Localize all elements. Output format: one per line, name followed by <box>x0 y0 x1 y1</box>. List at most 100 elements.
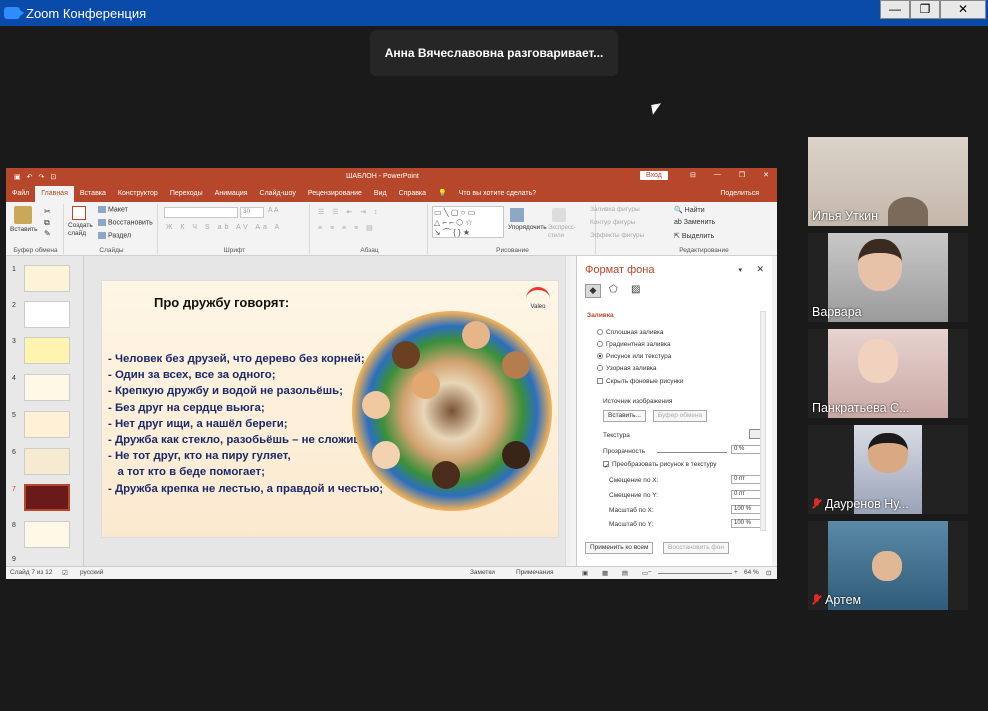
quick-styles-button[interactable]: Экспресс-стили <box>548 224 578 240</box>
undo-icon[interactable]: ↶ <box>27 173 33 181</box>
save-icon[interactable]: ▣ <box>14 173 21 181</box>
clipboard-button[interactable]: Буфер обмена <box>653 410 708 422</box>
zoom-level[interactable]: 64 % <box>744 569 759 576</box>
align-buttons[interactable]: ≡ ≡ ≡ ≡ ▤ <box>318 224 376 232</box>
current-slide[interactable]: Про дружбу говорят: Valeo - Человек без … <box>101 280 559 538</box>
ppt-restore-icon[interactable]: ❐ <box>739 171 745 179</box>
arrange-icon[interactable] <box>510 208 524 222</box>
find-button[interactable]: 🔍 Найти <box>674 206 705 214</box>
cut-icon[interactable]: ✂ <box>44 207 51 216</box>
reset-button[interactable]: Восстановить <box>98 219 153 226</box>
share-button[interactable]: Поделиться <box>714 186 765 202</box>
transparency-slider[interactable] <box>657 452 727 453</box>
fill-icon[interactable]: ◆ <box>585 284 601 298</box>
tab-file[interactable]: Файл <box>6 186 35 202</box>
shape-effects-button[interactable]: Эффекты фигуры <box>590 232 644 239</box>
new-slide-icon[interactable] <box>72 206 86 220</box>
pane-scrollbar[interactable] <box>760 311 766 531</box>
tab-slideshow[interactable]: Слайд-шоу <box>254 186 302 202</box>
tile-checkbox[interactable]: ✓ Преобразовать рисунок в текстуру <box>603 461 717 470</box>
font-format-buttons[interactable]: Ж К Ч S ab AV Aa A <box>166 224 282 231</box>
language[interactable]: русский <box>80 569 103 576</box>
paste-button[interactable]: Вставить <box>10 226 38 233</box>
tab-design[interactable]: Конструктор <box>112 186 164 202</box>
scale-y-input[interactable]: 100 % <box>731 519 761 528</box>
scale-x-input[interactable]: 100 % <box>731 505 761 514</box>
participant-tile[interactable]: Артем <box>808 521 968 610</box>
tell-me-input[interactable]: Что вы хотите сделать? <box>453 186 542 202</box>
notes-button[interactable]: Заметки <box>470 569 495 576</box>
insert-picture-button[interactable]: Вставить... <box>603 410 646 422</box>
zoom-in-icon[interactable]: + <box>734 569 738 576</box>
reset-bg-button[interactable]: Восстановить фон <box>663 542 729 554</box>
pane-menu-icon[interactable]: ▾ <box>738 266 742 274</box>
option-solid[interactable]: Сплошная заливка <box>597 329 664 336</box>
option-pattern[interactable]: Узорная заливка <box>597 365 657 372</box>
format-painter-icon[interactable]: ✎ <box>44 229 51 238</box>
option-picture[interactable]: Рисунок или текстура <box>597 353 671 360</box>
slide-thumb-5[interactable] <box>24 411 70 438</box>
view-buttons[interactable]: ▣ ▦ ▤ ▭ <box>582 569 654 577</box>
tab-help[interactable]: Справка <box>393 186 432 202</box>
comments-button[interactable]: Примечания <box>516 569 554 576</box>
tab-review[interactable]: Рецензирование <box>302 186 368 202</box>
minimize-button[interactable]: — <box>880 0 910 19</box>
slide-thumb-8[interactable] <box>24 521 70 548</box>
option-gradient[interactable]: Градиентная заливка <box>597 341 671 348</box>
participant-tile[interactable]: Варвара <box>808 233 968 322</box>
participant-tile[interactable]: Илья Уткин <box>808 137 968 226</box>
fit-slide-icon[interactable]: ⊡ <box>766 569 771 577</box>
section-button[interactable]: Раздел <box>98 232 131 239</box>
face-shape <box>872 551 902 581</box>
offset-x-input[interactable]: 0 пт <box>731 475 761 484</box>
redo-icon[interactable]: ↷ <box>39 173 45 181</box>
close-button[interactable]: ✕ <box>940 0 986 19</box>
font-grow-icon[interactable]: A A <box>268 207 279 214</box>
ppt-close-icon[interactable]: ✕ <box>763 171 769 179</box>
tab-insert[interactable]: Вставка <box>74 186 112 202</box>
zoom-out-icon[interactable]: − <box>648 569 652 576</box>
select-button[interactable]: ⇱ Выделить <box>674 232 714 240</box>
shape-outline-button[interactable]: Контур фигуры <box>590 219 635 226</box>
fill-section-header[interactable]: Заливка <box>587 312 614 319</box>
maximize-button[interactable]: ❐ <box>910 0 940 19</box>
tab-transitions[interactable]: Переходы <box>164 186 209 202</box>
ppt-minimize-icon[interactable]: — <box>714 171 721 179</box>
signin-button[interactable]: Вход <box>640 171 668 180</box>
slide-thumb-3[interactable] <box>24 337 70 364</box>
zoom-slider[interactable] <box>658 573 732 574</box>
slide-thumb-7[interactable] <box>24 484 70 511</box>
slide-thumb-4[interactable] <box>24 374 70 401</box>
slide-thumb-2[interactable] <box>24 301 70 328</box>
participant-tile[interactable]: Дауренов Ну... <box>808 425 968 514</box>
apply-all-button[interactable]: Применить ко всем <box>585 542 654 554</box>
list-buttons[interactable]: ☰ ☰ ⇤ ⇥ ↕ <box>318 208 381 216</box>
paste-icon[interactable] <box>14 206 32 224</box>
font-size-select[interactable]: 30 <box>240 207 264 218</box>
effects-icon[interactable]: ⬠ <box>609 284 618 295</box>
slide-thumb-6[interactable] <box>24 448 70 475</box>
tab-view[interactable]: Вид <box>368 186 393 202</box>
tab-animations[interactable]: Анимация <box>209 186 254 202</box>
new-slide-button[interactable]: Создать слайд <box>68 222 96 238</box>
tab-home[interactable]: Главная <box>35 186 74 202</box>
copy-icon[interactable]: ⧉ <box>44 218 50 228</box>
present-icon[interactable]: ⊡ <box>50 173 56 181</box>
shapes-gallery[interactable]: ▭ ╲ ▢ ○ ▭ △ ⌐ ⌐ ⬡ ☆ ↘ ⌒ { } ★ <box>432 206 504 238</box>
slide-scrollbar[interactable] <box>565 256 571 566</box>
picture-icon[interactable]: ▨ <box>631 284 640 295</box>
replace-button[interactable]: ab Заменить <box>674 219 715 226</box>
slide-thumb-1[interactable] <box>24 265 70 292</box>
participant-tile[interactable]: Панкратьева С... <box>808 329 968 418</box>
quick-styles-icon[interactable] <box>552 208 566 222</box>
pane-close-icon[interactable]: ✕ <box>756 264 764 275</box>
arrange-button[interactable]: Упорядочить <box>508 224 547 231</box>
transparency-input[interactable]: 0 % <box>731 445 761 454</box>
layout-button[interactable]: Макет <box>98 206 128 213</box>
shape-fill-button[interactable]: Заливка фигуры <box>590 206 640 213</box>
offset-y-input[interactable]: 0 пт <box>731 490 761 499</box>
ribbon-display-icon[interactable]: ⊟ <box>690 171 696 179</box>
spellcheck-icon[interactable]: ☑ <box>62 569 68 577</box>
font-name-select[interactable] <box>164 207 238 218</box>
hide-bg-checkbox[interactable]: Скрыть фоновые рисунки <box>597 378 684 385</box>
